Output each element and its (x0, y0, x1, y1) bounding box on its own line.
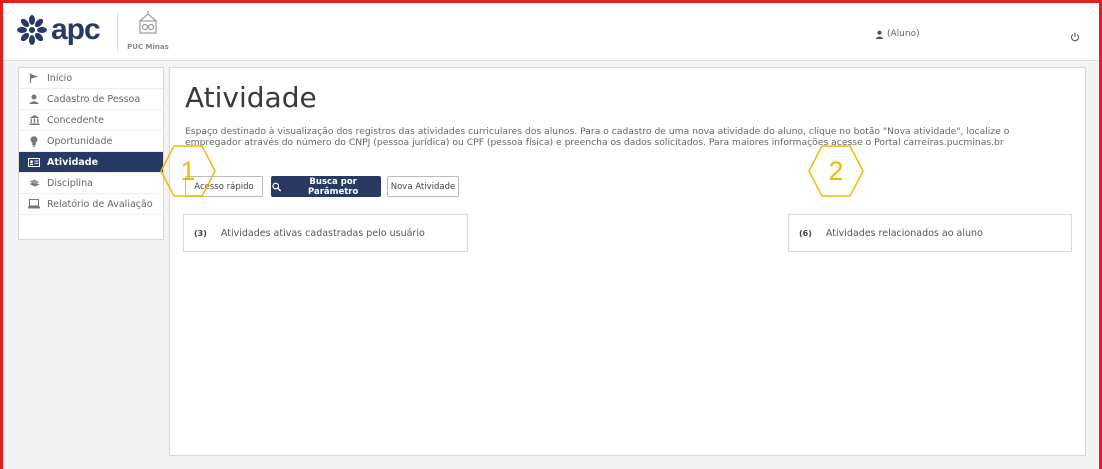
user-name: (Aluno) (887, 29, 920, 39)
power-icon (1070, 32, 1080, 42)
page-description: Espaço destinado à visualização dos regi… (185, 126, 1010, 148)
active-activities-label: Atividades ativas cadastradas pelo usuár… (220, 227, 425, 239)
student-activities-count: (6) (799, 228, 812, 238)
callout-number: 1 (180, 155, 196, 186)
logout-button[interactable] (1070, 27, 1080, 46)
flag-icon (27, 72, 41, 84)
sidebar-item-oportunidade[interactable]: Oportunidade (19, 131, 163, 152)
sidebar-item-relatorio-avaliacao[interactable]: Relatório de Avaliação (19, 194, 163, 215)
active-activities-card[interactable]: (3) Atividades ativas cadastradas pelo u… (183, 214, 468, 252)
books-icon (27, 177, 41, 189)
user-menu[interactable]: (Aluno) (875, 29, 920, 39)
sidebar-item-label: Início (47, 72, 73, 84)
header-divider (117, 13, 118, 51)
id-card-icon (27, 156, 41, 168)
search-by-parameter-button[interactable]: Busca por Parâmetro (271, 176, 381, 197)
student-activities-card[interactable]: (6) Atividades relacionados ao aluno (788, 214, 1072, 252)
main-panel: Atividade Espaço destinado à visualizaçã… (169, 67, 1086, 456)
apc-logo[interactable]: apc (17, 13, 101, 46)
puc-minas-logo: PUC Minas (125, 11, 171, 51)
sidebar-item-concedente[interactable]: Concedente (19, 110, 163, 131)
sidebar: Início Cadastro de Pessoa Concedente Opo… (18, 67, 164, 240)
sidebar-item-cadastro-pessoa[interactable]: Cadastro de Pessoa (19, 89, 163, 110)
user-icon (875, 30, 884, 39)
new-activity-label: Nova Atividade (390, 181, 456, 192)
sidebar-item-label: Concedente (47, 114, 104, 126)
sidebar-item-label: Relatório de Avaliação (47, 198, 153, 210)
new-activity-button[interactable]: Nova Atividade (387, 176, 459, 197)
puc-minas-label: PUC Minas (127, 43, 169, 51)
search-icon (272, 182, 282, 191)
active-activities-count: (3) (194, 228, 207, 238)
student-activities-label: Atividades relacionados ao aluno (825, 227, 983, 239)
callout-number: 2 (828, 155, 844, 186)
top-header: apc PUC Minas (Aluno) (3, 3, 1099, 61)
callout-1: 1 (160, 143, 216, 199)
puc-crest-icon (139, 11, 157, 34)
search-by-parameter-label: Busca por Parâmetro (307, 176, 359, 197)
sidebar-item-label: Disciplina (47, 177, 93, 189)
sidebar-item-inicio[interactable]: Início (19, 68, 163, 89)
user-icon (27, 93, 41, 105)
sidebar-item-atividade[interactable]: Atividade (19, 152, 163, 173)
page-title: Atividade (185, 81, 317, 114)
sidebar-item-label: Oportunidade (47, 135, 113, 147)
sidebar-item-disciplina[interactable]: Disciplina (19, 173, 163, 194)
lightbulb-icon (27, 135, 41, 147)
sidebar-item-label: Atividade (47, 156, 99, 168)
logo-text: apc (51, 13, 101, 46)
sidebar-item-label: Cadastro de Pessoa (47, 93, 141, 105)
laptop-icon (27, 198, 41, 210)
bank-icon (27, 114, 41, 126)
callout-2: 2 (808, 143, 864, 199)
apc-logo-icon (17, 15, 47, 45)
